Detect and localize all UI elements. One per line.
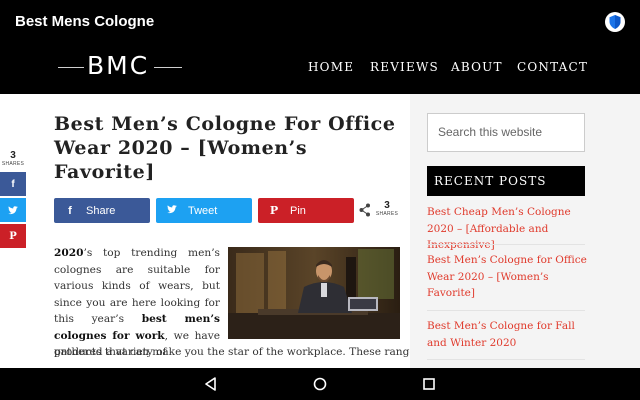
share-facebook-button[interactable]: f Share — [54, 198, 150, 223]
post-body-wide-line: products that can make you the star of t… — [54, 346, 416, 358]
rail-share-count: 3 — [10, 150, 16, 161]
share-total-count: 3 — [384, 200, 390, 211]
post-title: Best Men’s Cologne For Office Wear 2020 … — [54, 113, 396, 183]
recent-post-divider — [427, 310, 585, 311]
site-logo[interactable]: BMC — [54, 51, 186, 82]
app-title: Best Mens Cologne — [15, 13, 155, 30]
home-icon[interactable] — [312, 376, 328, 392]
recent-posts-heading: RECENT POSTS — [427, 166, 585, 196]
nav-reviews[interactable]: REVIEWS — [370, 60, 439, 74]
recent-post-link[interactable]: Best Cheap Men’s Cologne 2020 – [Afforda… — [427, 204, 592, 254]
body-bold-year: 2020 — [54, 247, 84, 259]
logo-line-left — [58, 67, 84, 68]
share-total: 3 SHARES — [374, 200, 400, 217]
recent-post-divider — [427, 359, 585, 360]
pinterest-icon: P — [9, 230, 17, 242]
system-nav-bar — [0, 368, 640, 400]
share-facebook-label: Share — [86, 204, 116, 217]
recents-icon[interactable] — [421, 376, 437, 392]
pinterest-icon: P — [269, 204, 279, 217]
site-header: BMC HOME REVIEWS ABOUT CONTACT — [0, 44, 640, 94]
recent-post-link[interactable]: Best Men’s Cologne for Fall and Winter 2… — [427, 318, 592, 351]
logo-line-right — [154, 67, 182, 68]
share-twitter-label: Tweet — [188, 204, 218, 217]
nav-home[interactable]: HOME — [308, 60, 354, 74]
rail-twitter-button[interactable] — [0, 198, 26, 222]
nav-about[interactable]: ABOUT — [451, 60, 503, 74]
nav-contact[interactable]: CONTACT — [517, 60, 588, 74]
featured-image — [228, 247, 400, 339]
rail-facebook-button[interactable]: f — [0, 172, 26, 196]
share-pinterest-button[interactable]: P Pin — [258, 198, 354, 223]
twitter-icon — [162, 204, 182, 217]
floating-share-rail: 3 SHARES f P — [0, 150, 26, 248]
rail-pinterest-button[interactable]: P — [0, 224, 26, 248]
share-pinterest-label: Pin — [290, 204, 306, 217]
recent-post-link[interactable]: Best Men’s Cologne for Office Wear 2020 … — [427, 252, 592, 302]
search-input[interactable]: Search this website — [427, 113, 585, 152]
facebook-icon: f — [11, 178, 15, 190]
share-total-label: SHARES — [375, 211, 399, 217]
sidebar: Search this website RECENT POSTS Best Ch… — [410, 94, 640, 368]
facebook-icon: f — [68, 204, 72, 217]
back-icon[interactable] — [203, 376, 219, 392]
app-bar: Best Mens Cologne — [0, 0, 640, 44]
logo-text: BMC — [87, 51, 150, 80]
recent-post-divider — [427, 244, 585, 245]
twitter-icon — [8, 205, 18, 214]
rail-share-label: SHARES — [1, 161, 25, 167]
shield-icon[interactable] — [605, 12, 625, 32]
share-icon — [359, 203, 370, 217]
share-twitter-button[interactable]: Tweet — [156, 198, 252, 223]
